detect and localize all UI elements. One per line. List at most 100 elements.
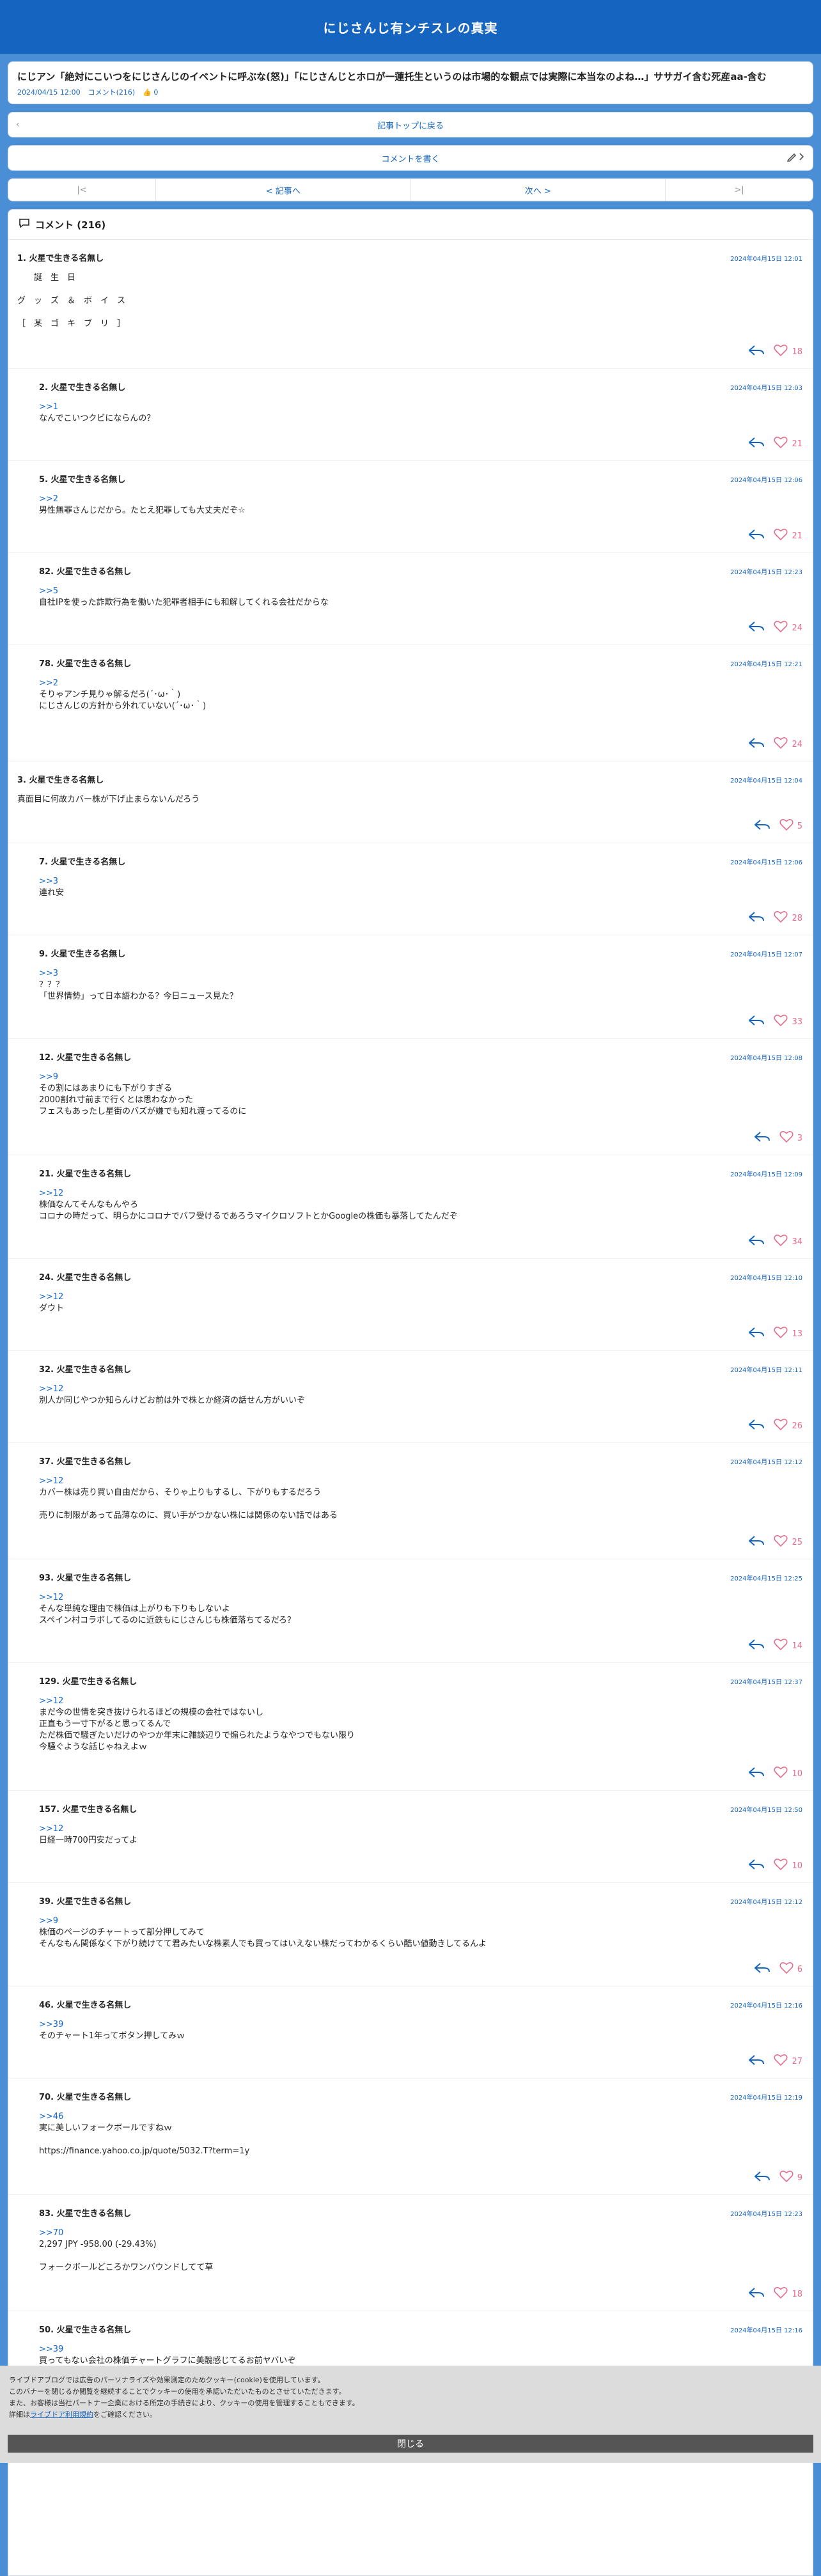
comment-reply-ref[interactable]: >>12 [39,1823,802,1835]
cookie-close-button[interactable]: 閉じる [8,2435,813,2453]
like-button[interactable]: 28 [774,910,802,926]
comment-name: 火星で生きる名無し [51,475,126,485]
site-title[interactable]: にじさんじ有ンチスレの真実 [324,18,498,36]
comment-header: 82. 火星で生きる名無し 2024年04月15日 12:23 [39,565,802,577]
comment-text: 自社IPを使った詐欺行為を働いた犯罪者相手にも和解してくれる会社だからな [39,598,329,607]
reply-arrow-icon[interactable] [748,621,765,635]
like-button[interactable]: 27 [774,2054,802,2069]
reply-arrow-icon[interactable] [748,737,765,751]
article-title[interactable]: にじアン「絶対にこいつをにじさんじのイベントに呼ぶな(怒)」「にじさんじとホロが… [17,70,804,83]
reply-arrow-icon[interactable] [748,911,765,925]
like-count: 13 [792,1329,802,1339]
comment-reply-ref[interactable]: >>12 [39,1188,802,1199]
reply-arrow-icon[interactable] [748,345,765,359]
like-button[interactable]: 24 [774,620,802,636]
comment-reply-ref[interactable]: >>70 [39,2228,802,2239]
like-button[interactable]: 33 [774,1014,802,1029]
comment-reply-ref[interactable]: >>2 [39,494,802,505]
like-button[interactable]: 21 [774,436,802,451]
like-button[interactable]: 10 [774,1858,802,1873]
comment-body: 誕 生 日 グ ッ ズ ＆ ボ イ ス ［ 某 ゴ キ ブ リ ］ [17,272,802,330]
like-button[interactable]: 9 [779,2170,802,2185]
comment-item: 157. 火星で生きる名無し 2024年04月15日 12:50 >>12 日経一時7… [8,1791,813,1883]
like-button[interactable]: 18 [774,2286,802,2302]
comment-name: 火星で生きる名無し [51,857,126,867]
comment-reply-ref[interactable]: >>46 [39,2111,802,2123]
comment-body: >>12 株価なんてそんなもんやろ コロナの時だって、明らかにコロナでバフ受けるで… [39,1188,802,1222]
comment-reply-ref[interactable]: >>9 [39,1072,802,1083]
pager-last-button[interactable]: >| [666,179,813,201]
reply-arrow-icon[interactable] [754,1131,770,1145]
like-button[interactable]: 26 [774,1418,802,1433]
comment-reply-ref[interactable]: >>9 [39,1916,802,1927]
like-button[interactable]: 10 [774,1766,802,1781]
comment-name: 火星で生きる名無し [56,2325,132,2335]
comment-date: 2024年04月15日 12:11 [730,1367,802,1374]
comment-reply-ref[interactable]: >>39 [39,2344,802,2355]
comment-reply-ref[interactable]: >>39 [39,2019,802,2031]
pager-prev-button[interactable]: < 記事へ [156,179,411,201]
back-to-article-top-button[interactable]: ‹ 記事トップに戻る [8,112,813,137]
cookie-line: また、お客様は当社パートナー企業における所定の手続きにより、クッキーの使用を管理… [9,2399,359,2407]
reply-arrow-icon[interactable] [748,1015,765,1029]
comment-reply-ref[interactable]: >>2 [39,678,802,689]
comments-section: コメント (216) 1. 火星で生きる名無し 2024年04月15日 12:01… [8,209,813,2576]
comment-reply-ref[interactable]: >>12 [39,1292,802,1303]
comment-header: 129. 火星で生きる名無し 2024年04月15日 12:37 [39,1674,802,1687]
pager-next-button[interactable]: 次へ > [411,179,666,201]
like-button[interactable]: 13 [774,1326,802,1341]
like-button[interactable]: 34 [774,1234,802,1249]
article-comment-count[interactable]: コメント(216) [88,87,136,97]
comment-reply-ref[interactable]: >>3 [39,876,802,887]
reply-arrow-icon[interactable] [748,2054,765,2068]
comment-actions: 28 [748,910,802,926]
comment-name: 火星で生きる名無し [56,567,132,577]
reply-arrow-icon[interactable] [748,1767,765,1781]
comment-header: 32. 火星で生きる名無し 2024年04月15日 12:11 [39,1362,802,1375]
like-button[interactable]: 21 [774,528,802,543]
comment-header: 78. 火星で生きる名無し 2024年04月15日 12:21 [39,657,802,669]
comment-number: 12. [39,1053,54,1063]
article-likes[interactable]: 👍 0 [143,88,158,97]
comment-reply-ref[interactable]: >>12 [39,1696,802,1707]
comment-reply-ref[interactable]: >>5 [39,586,802,597]
like-button[interactable]: 6 [779,1962,802,1977]
comment-date: 2024年04月15日 12:21 [730,661,802,668]
reply-arrow-icon[interactable] [754,819,770,833]
reply-arrow-icon[interactable] [748,1639,765,1653]
comment-date: 2024年04月15日 12:12 [730,1459,802,1466]
reply-arrow-icon[interactable] [748,1327,765,1341]
reply-arrow-icon[interactable] [748,529,765,543]
like-button[interactable]: 14 [774,1638,802,1653]
comment-author: 3. 火星で生きる名無し [17,773,104,785]
reply-arrow-icon[interactable] [754,1962,770,1976]
reply-arrow-icon[interactable] [748,1235,765,1249]
reply-arrow-icon[interactable] [754,2171,770,2185]
reply-arrow-icon[interactable] [748,1859,765,1873]
like-button[interactable]: 25 [774,1534,802,1550]
write-comment-button[interactable]: コメントを書く [8,145,813,171]
like-button[interactable]: 3 [779,1130,802,1146]
comment-reply-ref[interactable]: >>12 [39,1592,802,1604]
like-button[interactable]: 24 [774,737,802,752]
reply-arrow-icon[interactable] [748,437,765,451]
comment-reply-ref[interactable]: >>12 [39,1476,802,1487]
article-card: にじアン「絶対にこいつをにじさんじのイベントに呼ぶな(怒)」「にじさんじとホロが… [8,61,813,104]
terms-link[interactable]: ライブドア利用規約 [30,2410,93,2419]
like-button[interactable]: 5 [779,818,802,834]
comment-reply-ref[interactable]: >>12 [39,1384,802,1395]
comment-reply-ref[interactable]: >>3 [39,968,802,980]
heart-icon [779,2170,794,2185]
like-button[interactable]: 18 [774,344,802,359]
reply-arrow-icon[interactable] [748,1419,765,1433]
site-header: にじさんじ有ンチスレの真実 [0,0,821,54]
comment-author: 50. 火星で生きる名無し [39,2323,131,2335]
reply-arrow-icon[interactable] [748,2287,765,2301]
pager-first-button[interactable]: |< [8,179,156,201]
like-count: 21 [792,439,802,449]
comment-name: 火星で生きる名無し [56,659,132,669]
reply-arrow-icon[interactable] [748,1535,765,1549]
comment-number: 3. [17,776,26,785]
comment-reply-ref[interactable]: >>1 [39,402,802,413]
comment-actions: 6 [754,1962,802,1977]
